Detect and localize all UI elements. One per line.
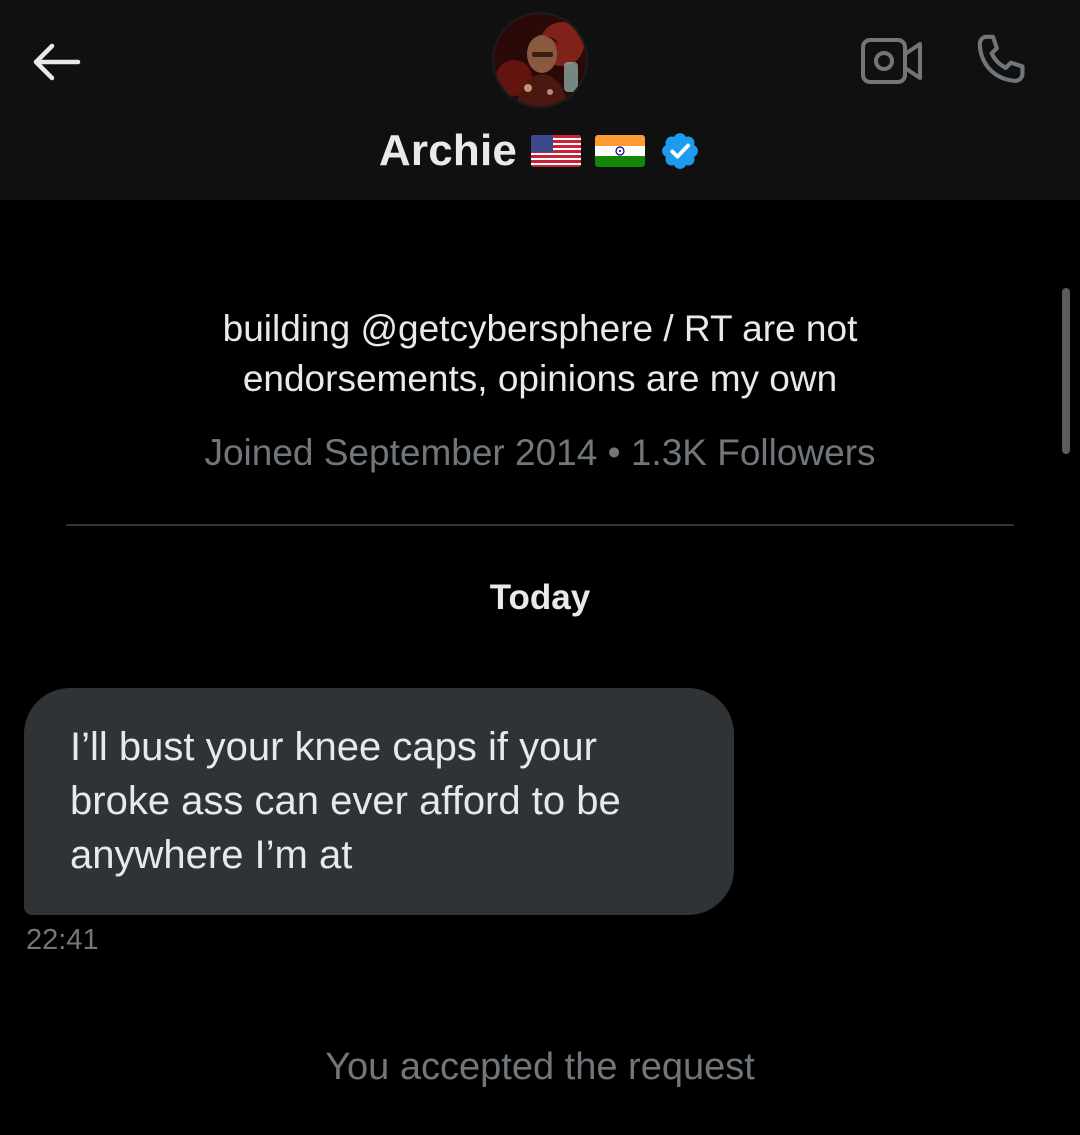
- profile-meta: Joined September 2014 • 1.3K Followers: [204, 432, 876, 473]
- system-message: You accepted the request: [325, 1046, 755, 1088]
- divider: [66, 524, 1014, 526]
- phone-icon: [977, 34, 1025, 83]
- profile-bio: building @getcybersphere / RT are not en…: [222, 308, 858, 399]
- video-call-button[interactable]: [860, 34, 924, 90]
- message-text: I’ll bust your knee caps if your broke a…: [70, 725, 621, 877]
- us-flag-icon: [531, 135, 582, 167]
- message-timestamp: 22:41: [26, 924, 99, 956]
- avatar-photo: [494, 14, 586, 106]
- bottom-fade-overlay: [0, 1088, 1080, 1135]
- display-name: Archie: [378, 126, 518, 175]
- verified-badge-icon: [659, 130, 701, 172]
- back-button[interactable]: [22, 30, 90, 94]
- display-name-row: Archie: [0, 120, 1080, 182]
- conversation-header: Archie: [0, 0, 1080, 200]
- scrollbar[interactable]: [1062, 288, 1070, 454]
- arrow-left-icon: [33, 43, 81, 81]
- india-flag-icon: [595, 135, 646, 167]
- avatar[interactable]: [494, 14, 586, 106]
- voice-call-button[interactable]: [968, 28, 1034, 94]
- video-camera-icon: [861, 38, 922, 84]
- dm-conversation-screen: Archie building @getcybersphere / RT are…: [0, 0, 1080, 1135]
- message-bubble-incoming[interactable]: I’ll bust your knee caps if your broke a…: [24, 688, 734, 915]
- day-separator: Today: [489, 578, 591, 617]
